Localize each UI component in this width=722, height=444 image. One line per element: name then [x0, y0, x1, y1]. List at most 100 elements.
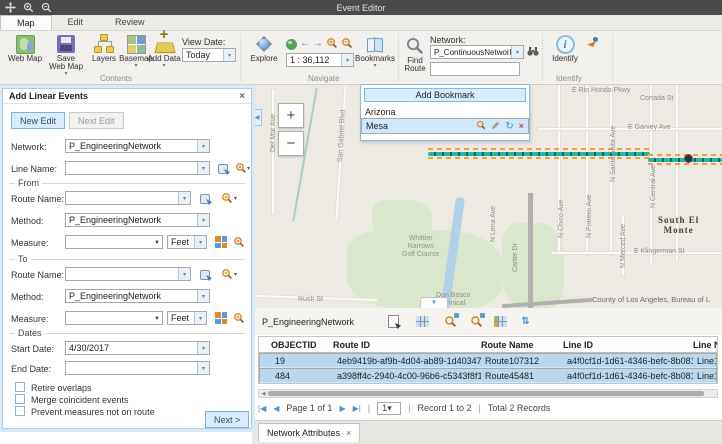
zoom-to-from-measure-icon[interactable]: [233, 236, 245, 250]
explore-button[interactable]: Explore: [246, 34, 282, 63]
chevron-down-icon[interactable]: ▾: [197, 214, 209, 226]
chevron-down-icon[interactable]: ▾: [247, 165, 250, 172]
column-header[interactable]: OBJECTID: [267, 340, 329, 350]
from-method-select[interactable]: P_EngineeringNetwork ▾: [65, 213, 210, 227]
zoom-to-line-icon[interactable]: [235, 162, 247, 176]
next-button[interactable]: Next >: [205, 411, 249, 428]
route-point-marker[interactable]: [684, 154, 693, 163]
zoom-to-to-route-icon[interactable]: [221, 268, 233, 282]
tab-edit[interactable]: Edit: [52, 15, 100, 30]
save-web-map-button[interactable]: Save Web Map ▾: [46, 34, 86, 77]
close-tab-icon[interactable]: ×: [346, 428, 351, 438]
select-to-route-icon[interactable]: [199, 268, 212, 281]
pan-to-selection-icon[interactable]: [469, 314, 484, 329]
view-date-select[interactable]: Today ▾: [182, 48, 236, 62]
from-unit-select[interactable]: Feet ▾: [167, 235, 207, 249]
chevron-down-icon[interactable]: ▾: [194, 236, 206, 248]
identify-route-icon[interactable]: [586, 37, 598, 49]
zoom-to-to-measure-icon[interactable]: [233, 312, 245, 326]
close-icon[interactable]: ×: [239, 91, 245, 102]
chevron-down-icon[interactable]: ▾: [223, 49, 235, 61]
find-route-button[interactable]: Find Route: [402, 36, 428, 73]
retire-overlaps-checkbox[interactable]: [15, 382, 25, 392]
zoom-out-map-icon[interactable]: [341, 37, 353, 51]
select-line-on-map-icon[interactable]: [217, 162, 230, 175]
chevron-down-icon[interactable]: ▾: [387, 403, 392, 414]
to-method-select[interactable]: P_EngineeringNetwork ▾: [65, 289, 210, 303]
merge-coincident-checkbox[interactable]: [15, 394, 25, 404]
chevron-down-icon[interactable]: ▾: [511, 46, 523, 58]
start-date-select[interactable]: 4/30/2017 ▾: [65, 341, 210, 355]
add-data-button[interactable]: Add Data ▾: [146, 34, 182, 69]
route-input[interactable]: [430, 62, 520, 76]
chevron-down-icon[interactable]: ▾: [197, 362, 209, 374]
scroll-left-icon[interactable]: ◀: [259, 391, 268, 397]
prevent-measures-checkbox[interactable]: [15, 406, 25, 416]
tab-review[interactable]: Review: [99, 15, 161, 30]
chevron-down-icon[interactable]: ▾: [178, 192, 190, 204]
to-unit-select[interactable]: Feet ▾: [167, 311, 207, 325]
last-page-icon[interactable]: ▶|: [353, 404, 361, 413]
chevron-down-icon[interactable]: ▾: [178, 268, 190, 280]
page-select[interactable]: 1 ▾: [377, 402, 401, 415]
web-map-button[interactable]: Web Map: [6, 34, 44, 63]
from-measure-tool-icon[interactable]: [215, 236, 227, 248]
previous-extent-icon[interactable]: ←: [300, 39, 310, 49]
previous-page-icon[interactable]: ◀: [273, 404, 279, 413]
next-page-icon[interactable]: ▶: [339, 404, 345, 413]
full-extent-icon[interactable]: [286, 39, 297, 50]
horizontal-scrollbar[interactable]: ◀: [258, 389, 718, 398]
collapse-panel-button[interactable]: ◀: [252, 109, 262, 126]
chevron-down-icon[interactable]: ▾: [197, 342, 209, 354]
delete-bookmark-icon[interactable]: ×: [519, 121, 524, 131]
chevron-down-icon[interactable]: ▾: [197, 290, 209, 302]
column-header[interactable]: Route Name: [477, 340, 559, 350]
combo-arrow-icon[interactable]: ▼: [154, 240, 160, 246]
network-attributes-tab[interactable]: Network Attributes ×: [258, 423, 360, 442]
line-name-select[interactable]: ▾: [65, 161, 210, 175]
table-view-icon[interactable]: [415, 314, 430, 329]
new-edit-button[interactable]: New Edit: [11, 112, 65, 129]
identify-button[interactable]: i Identify: [548, 34, 582, 63]
zoom-to-bookmark-icon[interactable]: [476, 120, 486, 132]
bookmark-item-arizona[interactable]: Arizona: [361, 105, 529, 118]
chevron-down-icon[interactable]: ▾: [197, 140, 209, 152]
add-bookmark-button[interactable]: Add Bookmark: [364, 88, 526, 102]
scrollbar-thumb[interactable]: [268, 391, 704, 396]
network-field-select[interactable]: P_EngineeringNetwork ▾: [65, 139, 210, 153]
chevron-down-icon[interactable]: ▾: [197, 162, 209, 174]
first-page-icon[interactable]: |◀: [258, 404, 266, 413]
next-edit-button[interactable]: Next Edit: [69, 112, 124, 129]
chevron-down-icon[interactable]: ▾: [194, 312, 206, 324]
to-route-name-select[interactable]: ▾: [65, 267, 191, 281]
to-measure-tool-icon[interactable]: [215, 312, 227, 324]
select-from-route-icon[interactable]: [199, 192, 212, 205]
chevron-down-icon[interactable]: ▾: [234, 195, 237, 202]
zoom-in-map-icon[interactable]: [326, 37, 338, 51]
show-selected-records-icon[interactable]: [386, 314, 401, 329]
zoom-to-selection-icon[interactable]: [443, 314, 458, 329]
attribute-view-icon[interactable]: [493, 314, 508, 329]
layer-tab-label[interactable]: P_EngineeringNetwork: [262, 317, 354, 327]
tab-map[interactable]: Map: [0, 15, 52, 30]
end-date-select[interactable]: ▾: [65, 361, 210, 375]
edit-bookmark-icon[interactable]: [491, 121, 500, 132]
combo-arrow-icon[interactable]: ▼: [154, 316, 160, 322]
scale-select[interactable]: 1 : 36,112 ▾: [286, 53, 354, 67]
column-header[interactable]: Line ID: [559, 340, 689, 350]
refresh-bookmark-icon[interactable]: ↻: [505, 122, 513, 131]
column-header[interactable]: Line Name: [689, 340, 717, 350]
from-route-name-select[interactable]: ▾: [65, 191, 191, 205]
chevron-down-icon[interactable]: ▾: [341, 54, 353, 66]
collapse-table-button[interactable]: ▼: [420, 297, 448, 308]
next-extent-icon[interactable]: →: [313, 39, 323, 49]
table-row[interactable]: 194eb9419b-af9b-4d04-ab89-1d403476802bRo…: [259, 353, 717, 368]
layers-button[interactable]: Layers: [88, 34, 120, 63]
chevron-down-icon[interactable]: ▾: [234, 271, 237, 278]
bookmark-item-mesa[interactable]: Mesa ↻ ×: [361, 118, 529, 134]
zoom-to-from-route-icon[interactable]: [221, 192, 233, 206]
from-measure-combo[interactable]: ▼: [65, 235, 163, 249]
to-measure-combo[interactable]: ▼: [65, 311, 163, 325]
map-zoom-in-button[interactable]: +: [278, 103, 304, 128]
bookmarks-button[interactable]: Bookmarks ▾: [354, 34, 396, 69]
